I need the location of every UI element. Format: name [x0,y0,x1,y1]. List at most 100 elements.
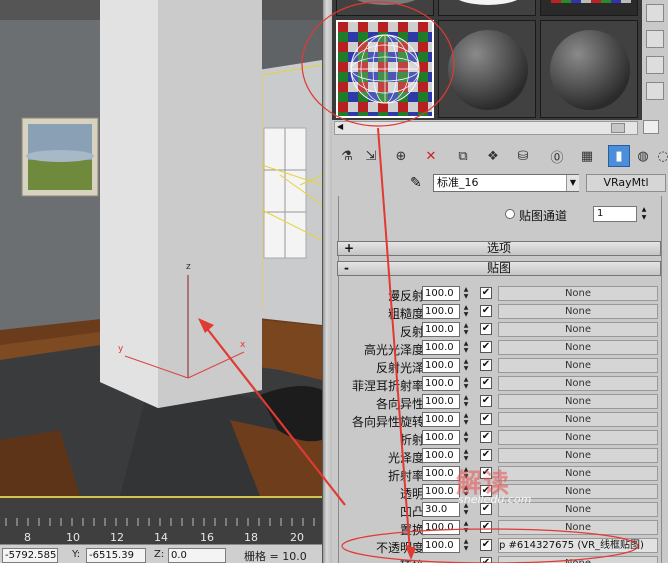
map-amount-field[interactable]: 30.0 [422,502,460,517]
map-amount-spinner[interactable]: ▲ ▼ [461,466,471,481]
material-type-button[interactable]: VRayMtl [586,174,666,192]
map-amount-spinner[interactable]: ▲ ▼ [461,304,471,319]
map-enable-checkbox[interactable]: ✔ [480,323,492,335]
map-slot-button[interactable]: p #614327675 (VR_线框贴图) [498,538,658,553]
sample-uv-icon[interactable] [646,82,664,100]
map-amount-field[interactable]: 100.0 [422,520,460,535]
map-enable-checkbox[interactable]: ✔ [480,485,492,497]
map-amount-spinner[interactable]: ▲ ▼ [461,502,471,517]
map-enable-checkbox[interactable]: ✔ [480,521,492,533]
map-enable-checkbox[interactable]: ✔ [480,305,492,317]
y-coordinate-field[interactable]: -6515.39 [86,548,146,563]
eyedropper-icon[interactable]: ✎ [410,175,422,191]
put-to-library-icon[interactable]: ⛁ [512,145,534,167]
map-slot-button[interactable]: None [498,394,658,409]
map-amount-field[interactable]: 100.0 [422,394,460,409]
map-amount-field[interactable]: 100.0 [422,430,460,445]
sample-slot[interactable] [540,20,638,118]
scroll-thumb[interactable] [611,123,625,133]
map-slot-button[interactable]: None [498,502,658,517]
assign-to-selection-icon[interactable]: ⊕ [390,145,412,167]
map-enable-checkbox[interactable]: ✔ [480,539,492,551]
put-to-scene-icon[interactable]: ⇲ [360,145,382,167]
map-enable-checkbox[interactable]: ✔ [480,503,492,515]
scroll-left-icon[interactable]: ◀ [337,122,343,131]
map-slot-button[interactable]: None [498,412,658,427]
map-amount-spinner[interactable]: ▲ ▼ [461,484,471,499]
map-slot-button[interactable]: None [498,448,658,463]
map-amount-spinner[interactable]: ▲ ▼ [461,430,471,445]
sample-slot-active[interactable] [336,20,434,118]
map-enable-checkbox[interactable]: ✔ [480,449,492,461]
map-amount-spinner[interactable]: ▲ ▼ [461,286,471,301]
map-slot-button[interactable]: None [498,430,658,445]
map-amount-spinner[interactable]: ▲ ▼ [461,412,471,427]
map-slot-button[interactable]: None [498,556,658,563]
map-slot-button[interactable]: None [498,466,658,481]
go-forward-to-sibling-icon[interactable]: ◌ [652,145,668,167]
map-amount-field[interactable]: 100.0 [422,466,460,481]
map-enable-checkbox[interactable]: ✔ [480,287,492,299]
show-map-in-viewport-icon[interactable]: ▦ [576,145,598,167]
perspective-viewport[interactable]: z y x [0,0,322,496]
show-end-result-icon[interactable]: ▮ [608,145,630,167]
map-enable-checkbox[interactable]: ✔ [480,467,492,479]
get-material-icon[interactable]: ⚗ [336,145,358,167]
map-enable-checkbox[interactable]: ✔ [480,359,492,371]
sample-slot[interactable] [336,0,434,16]
map-enable-checkbox[interactable]: ✔ [480,431,492,443]
map-amount-spinner[interactable]: ▲ ▼ [461,448,471,463]
map-amount-field[interactable]: 100.0 [422,484,460,499]
map-slot-button[interactable]: None [498,340,658,355]
map-slot-button[interactable]: None [498,286,658,301]
reset-map-icon[interactable]: ✕ [420,145,442,167]
background-icon[interactable] [646,56,664,74]
map-amount-spinner[interactable]: ▲ ▼ [461,538,471,553]
sample-slot[interactable] [438,20,536,118]
map-enable-checkbox[interactable]: ✔ [480,377,492,389]
make-unique-icon[interactable]: ❖ [482,145,504,167]
rollout-maps[interactable]: - 贴图 [337,261,661,276]
backlight-icon[interactable] [646,30,664,48]
map-amount-field[interactable]: 100.0 [422,340,460,355]
map-amount-field[interactable]: 100.0 [422,376,460,391]
map-amount-field[interactable]: 100.0 [422,412,460,427]
sample-slot[interactable] [438,0,536,16]
map-channel-field[interactable]: 1 [593,206,637,222]
map-amount-spinner[interactable]: ▲ ▼ [461,394,471,409]
map-amount-spinner[interactable]: ▲ ▼ [461,376,471,391]
map-amount-field[interactable]: 100.0 [422,304,460,319]
map-enable-checkbox[interactable]: ✔ [480,395,492,407]
material-name-field[interactable]: 标准_16 [433,174,579,192]
map-slot-button[interactable]: None [498,358,658,373]
map-slot-button[interactable]: None [498,322,658,337]
map-enable-checkbox[interactable]: ✔ [480,557,492,563]
go-to-parent-icon[interactable]: ◍ [632,145,654,167]
map-slot-button[interactable]: None [498,304,658,319]
rollout-options[interactable]: + 选项 [337,241,661,256]
map-channel-spinner[interactable]: ▲ ▼ [639,206,649,222]
map-amount-spinner[interactable]: ▲ ▼ [461,358,471,373]
panel-splitter[interactable] [322,0,332,563]
map-amount-field[interactable]: 100.0 [422,286,460,301]
map-amount-spinner[interactable]: ▲ ▼ [461,520,471,535]
map-slot-button[interactable]: None [498,376,658,391]
map-amount-field[interactable]: 100.0 [422,322,460,337]
scroll-right-icon[interactable] [643,120,659,134]
map-enable-checkbox[interactable]: ✔ [480,413,492,425]
map-enable-checkbox[interactable]: ✔ [480,341,492,353]
map-channel-radio[interactable] [505,209,515,219]
material-id-channel-icon[interactable]: ⓪ [546,145,568,167]
x-coordinate-field[interactable]: -5792.585 [2,548,58,563]
map-amount-field[interactable]: 100.0 [422,448,460,463]
chevron-down-icon[interactable]: ▼ [566,175,579,191]
sample-type-icon[interactable] [646,4,664,22]
slot-scrollbar[interactable]: ◀ [334,121,638,135]
map-amount-field[interactable]: 100.0 [422,538,460,553]
map-slot-button[interactable]: None [498,484,658,499]
map-slot-button[interactable]: None [498,520,658,535]
map-amount-spinner[interactable]: ▲ ▼ [461,340,471,355]
sample-slot[interactable] [540,0,638,16]
map-amount-spinner[interactable]: ▲ ▼ [461,322,471,337]
map-amount-field[interactable]: 100.0 [422,358,460,373]
